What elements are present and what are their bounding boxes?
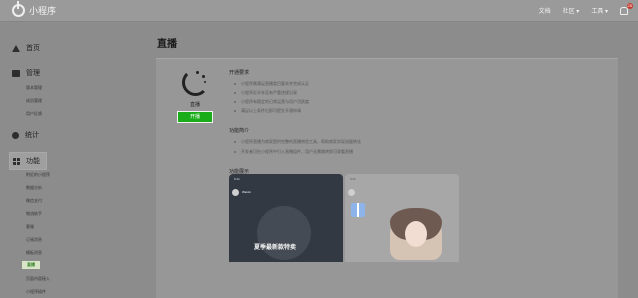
sidebar-item-live[interactable]: 直播 (22, 261, 40, 269)
requirement-text: 小程序近半年没有严重违规记录 (241, 90, 297, 95)
page-title: 直播 (157, 39, 177, 50)
sidebar: 首页 管理 版本管理 成员管理 用户反馈 统计 功能 附近的小程序 数据分析 微… (0, 22, 126, 298)
requirement-item: 小程序有稳定的日常运营与用户活跃度 (234, 99, 309, 105)
logo-icon (12, 1, 25, 17)
bullet-icon (234, 140, 236, 143)
host-name: Weixin (242, 190, 251, 194)
notification-bell-icon[interactable]: 25 (620, 2, 633, 15)
gift-icon (351, 203, 365, 217)
notification-badge: 25 (626, 2, 633, 9)
sidebar-item-service[interactable]: 客服 (26, 224, 34, 230)
icon-dot (202, 75, 205, 78)
sidebar-item-feedback[interactable]: 用户反馈 (26, 111, 42, 117)
requirement-item: 满足以上条件后即可提交开通申请 (234, 108, 301, 114)
tools-menu[interactable]: 工具 ▾ (591, 6, 608, 15)
top-links: 文档 社区 ▾ 工具 ▾ 25 (539, 2, 633, 15)
requirement-item: 小程序近半年没有严重违规记录 (234, 90, 297, 96)
requirement-item: 小程序需满足直播类目要求并完成认证 (234, 81, 309, 87)
face-shape (405, 221, 427, 247)
community-menu[interactable]: 社区 ▾ (563, 6, 580, 15)
sidebar-item-label: 统计 (25, 132, 39, 139)
phone-time: 9:41 (350, 177, 356, 181)
sidebar-item-template[interactable]: 模板消息 (26, 250, 42, 256)
requirements-title: 开通要求 (229, 70, 250, 76)
monitor-icon (12, 69, 20, 77)
host-phone-preview: 9:41 Weixin 夏季最新款特卖 (229, 174, 343, 262)
sidebar-item-label: 管理 (26, 70, 40, 77)
pie-chart-icon (12, 131, 19, 139)
home-icon (12, 44, 20, 52)
live-room-header: Weixin (232, 186, 337, 198)
sidebar-item-members[interactable]: 成员管理 (26, 98, 42, 104)
intro-item: 开发者可在小程序中引入直播组件，用户无需跳转即可观看直播 (234, 149, 353, 155)
docs-link[interactable]: 文档 (539, 6, 551, 15)
phone-time: 9:41 (234, 177, 240, 181)
sidebar-section-features[interactable]: 功能 (9, 152, 47, 170)
logo[interactable]: 小程序 (12, 1, 57, 17)
sidebar-item-home[interactable]: 首页 (12, 43, 40, 53)
icon-dot (204, 81, 206, 83)
requirement-text: 满足以上条件后即可提交开通申请 (241, 108, 301, 113)
sidebar-item-version[interactable]: 版本管理 (26, 85, 42, 91)
avatar (232, 188, 239, 196)
host-portrait (257, 206, 311, 260)
grid-icon (13, 157, 20, 165)
sidebar-item-logistics[interactable]: 物流助手 (26, 211, 42, 217)
sidebar-section-manage[interactable]: 管理 (12, 68, 40, 78)
intro-item: 小程序直播为商家提供完整的直播带货工具，帮助商家实现流量转化 (234, 139, 361, 145)
live-plugin-icon (182, 69, 209, 96)
intro-text: 小程序直播为商家提供完整的直播带货工具，帮助商家实现流量转化 (241, 139, 361, 144)
viewer-portrait (390, 208, 442, 260)
avatar (348, 188, 355, 196)
top-navigation: 小程序 文档 社区 ▾ 工具 ▾ 25 (0, 0, 638, 22)
sidebar-item-subscribe[interactable]: 订阅消息 (26, 237, 42, 243)
live-title: 夏季最新款特卖 (254, 245, 297, 251)
sidebar-item-plugin[interactable]: 小程序插件 (26, 289, 46, 295)
bullet-icon (234, 109, 236, 112)
sidebar-item-label: 功能 (26, 158, 40, 165)
sidebar-item-analysis[interactable]: 数据分析 (26, 185, 42, 191)
bullet-icon (234, 100, 236, 103)
sidebar-item-pay[interactable]: 微信支付 (26, 198, 42, 204)
sidebar-item-stats[interactable]: 统计 (12, 130, 39, 140)
sidebar-item-label: 首页 (26, 45, 40, 52)
live-room-header (348, 186, 453, 198)
bullet-icon (234, 91, 236, 94)
sidebar-item-content[interactable]: 页面内容接入 (26, 276, 50, 282)
bullet-icon (234, 82, 236, 85)
sidebar-item-nearby[interactable]: 附近的小程序 (26, 172, 50, 178)
icon-dot (196, 71, 199, 74)
start-live-button[interactable]: 开播 (177, 111, 213, 123)
logo-text: 小程序 (29, 6, 57, 16)
bullet-icon (234, 150, 236, 153)
viewer-phone-preview: 9:41 (345, 174, 459, 262)
requirement-text: 小程序需满足直播类目要求并完成认证 (241, 81, 309, 86)
plugin-name: 直播 (190, 102, 201, 108)
intro-title: 功能简介 (229, 128, 250, 134)
main-content: 直播 直播 开播 开通要求 小程序需满足直播类目要求并完成认证 小程序近半年没有… (126, 22, 638, 298)
intro-text: 开发者可在小程序中引入直播组件，用户无需跳转即可观看直播 (241, 149, 353, 154)
requirement-text: 小程序有稳定的日常运营与用户活跃度 (241, 99, 309, 104)
